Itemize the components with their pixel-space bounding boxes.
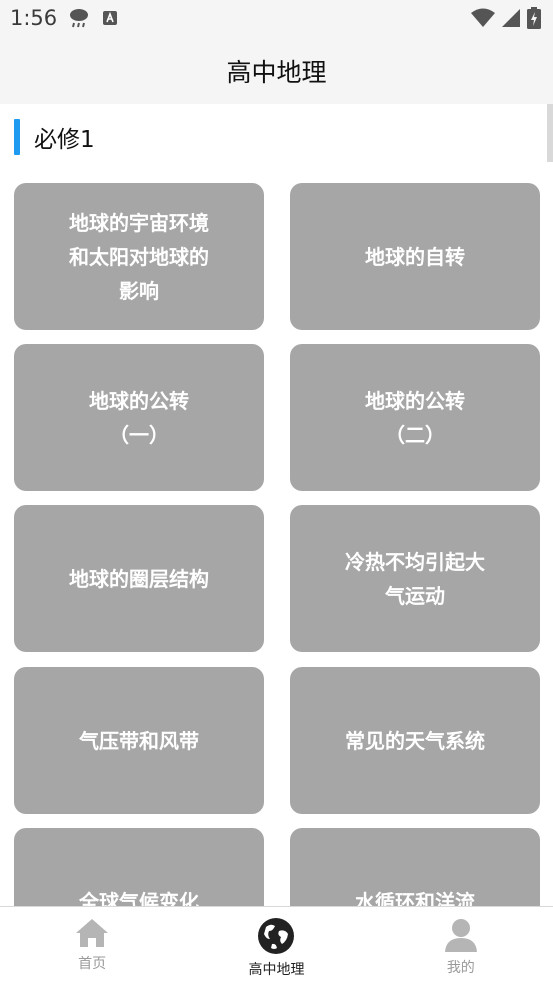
topic-card[interactable]: 全球气候变化 — [14, 828, 264, 906]
status-time: 1:56 — [10, 6, 58, 30]
topic-card[interactable]: 气压带和风带 — [14, 667, 264, 814]
app-header: 高中地理 — [0, 38, 553, 104]
topic-label: 冷热不均引起大 气运动 — [345, 549, 485, 608]
globe-icon — [258, 918, 295, 954]
scrollbar[interactable] — [547, 104, 553, 162]
nav-label-geography: 高中地理 — [248, 962, 305, 978]
signal-icon — [502, 9, 520, 27]
page-title: 高中地理 — [226, 58, 327, 87]
topic-card[interactable]: 地球的宇宙环境 和太阳对地球的 影响 — [14, 183, 264, 330]
nav-label-home: 首页 — [78, 956, 107, 972]
topic-card[interactable]: 地球的公转 （二） — [290, 344, 540, 491]
bottom-nav: 首页 高中地理 我的 — [0, 906, 553, 985]
home-icon — [76, 919, 109, 947]
battery-charging-icon — [527, 7, 541, 29]
section-title: 必修1 — [34, 127, 95, 153]
topic-label: 地球的宇宙环境 和太阳对地球的 影响 — [69, 210, 209, 303]
status-right-icons — [471, 7, 541, 29]
topic-card[interactable]: 常见的天气系统 — [290, 667, 540, 814]
topic-label: 地球的自转 — [365, 244, 465, 269]
letter-a-icon — [103, 11, 117, 25]
topic-label: 全球气候变化 — [79, 889, 199, 907]
status-left-icons — [68, 8, 118, 28]
topic-card[interactable]: 地球的公转 （一） — [14, 344, 264, 491]
topic-label: 地球的圈层结构 — [69, 566, 209, 591]
section-header: 必修1 — [14, 119, 95, 155]
nav-item-geography[interactable]: 高中地理 — [184, 907, 368, 985]
nav-item-home[interactable]: 首页 — [0, 907, 184, 985]
topic-card[interactable]: 水循环和洋流 — [290, 828, 540, 906]
topic-card[interactable]: 冷热不均引起大 气运动 — [290, 505, 540, 652]
status-bar: 1:56 — [0, 0, 553, 38]
topic-label: 常见的天气系统 — [345, 728, 485, 753]
topic-card[interactable]: 地球的自转 — [290, 183, 540, 330]
nav-item-mine[interactable]: 我的 — [369, 907, 553, 985]
topic-label: 地球的公转 （二） — [365, 388, 465, 447]
topic-label: 水循环和洋流 — [355, 889, 475, 907]
cloud-rain-icon — [70, 9, 88, 28]
wifi-icon — [471, 8, 495, 27]
topic-label: 地球的公转 （一） — [89, 388, 189, 447]
section-accent-bar — [14, 119, 20, 155]
nav-label-mine: 我的 — [446, 960, 475, 976]
topic-list[interactable]: 必修1 地球的宇宙环境 和太阳对地球的 影响 地球的自转 地球的公转 （一） 地… — [0, 104, 553, 906]
topic-card[interactable]: 地球的圈层结构 — [14, 505, 264, 652]
user-icon — [444, 919, 477, 952]
topic-label: 气压带和风带 — [79, 728, 199, 753]
